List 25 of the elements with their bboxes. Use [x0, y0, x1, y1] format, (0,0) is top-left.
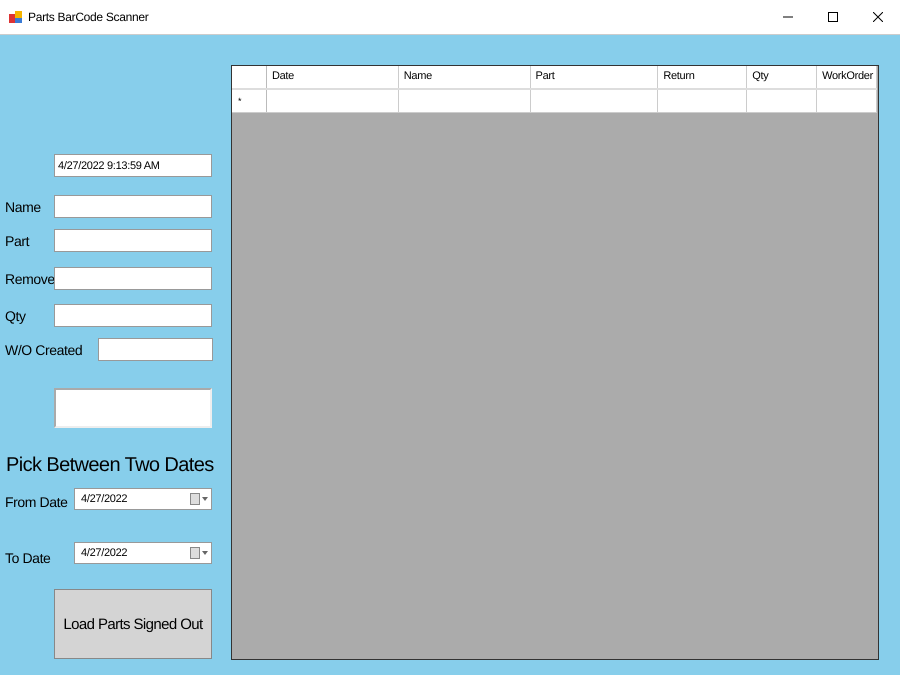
load-parts-button[interactable]: Load Parts Signed Out	[54, 589, 212, 659]
section-heading: Pick Between Two Dates	[6, 454, 215, 477]
maximize-icon[interactable]	[828, 12, 838, 22]
field-label: Name	[4, 198, 42, 214]
date-picker[interactable]: 4/27/2022	[74, 542, 212, 564]
input-field[interactable]	[54, 304, 212, 327]
calendar-dropdown-icon[interactable]	[190, 492, 208, 504]
timestamp-field[interactable]: 4/27/2022 9:13:59 AM	[54, 154, 212, 177]
input-field[interactable]	[54, 267, 212, 290]
close-icon[interactable]	[873, 12, 883, 22]
date-label: To Date	[4, 550, 52, 566]
field-label: Qty	[4, 308, 27, 324]
date-label: From Date	[4, 494, 69, 510]
window-title: Parts BarCode Scanner	[28, 10, 148, 24]
app-icon	[9, 10, 22, 24]
input-field[interactable]	[98, 338, 213, 361]
input-field[interactable]	[54, 195, 212, 218]
new-row-marker: *	[238, 96, 242, 106]
calendar-dropdown-icon[interactable]	[190, 546, 208, 558]
field-label: Part	[4, 232, 30, 248]
text-field[interactable]	[54, 388, 212, 428]
input-field[interactable]	[54, 229, 212, 252]
date-picker[interactable]: 4/27/2022	[74, 488, 212, 510]
field-label: W/O Created	[4, 342, 82, 358]
field-label: Remove	[4, 270, 54, 286]
